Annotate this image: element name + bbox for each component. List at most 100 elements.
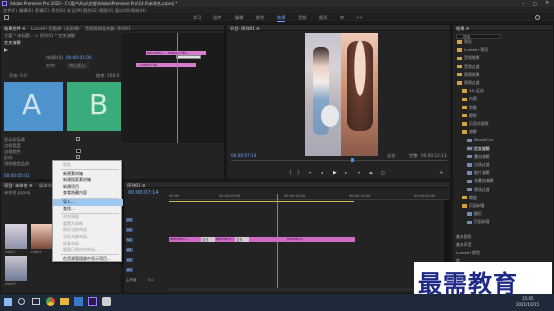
home-icon[interactable] [4, 15, 9, 20]
task-view-icon[interactable] [32, 298, 40, 305]
monitor-scrub-bar[interactable] [231, 160, 447, 161]
workspace-editing[interactable]: 编辑 [235, 15, 243, 21]
workspace-effects[interactable]: 效果 [277, 15, 286, 22]
step-back-icon[interactable]: ◂ [321, 170, 323, 175]
effects-folder[interactable]: 音频效果 [457, 55, 480, 60]
effects-item[interactable]: 叠加溶解 [467, 154, 490, 159]
track-v2[interactable]: V2 [126, 228, 133, 232]
timeline-clip-2[interactable]: pencarry.... [215, 237, 235, 242]
tab-effect-controls[interactable]: 效果控件 ≡ [4, 26, 26, 32]
effects-item[interactable]: 白场过渡 [467, 162, 490, 167]
timeline-scrollbar[interactable] [169, 288, 449, 291]
effects-item[interactable]: 页面剥落 [467, 219, 490, 224]
menu-item-reveal-in-explorer[interactable]: 在资源管理器中显示项目... [53, 256, 123, 263]
effects-folder[interactable]: 溶解 [462, 129, 477, 134]
bottom-essential-graphics[interactable]: 基本图形 [456, 234, 472, 239]
clip-thumb-3[interactable] [5, 256, 27, 281]
timeline-clip-3[interactable]: pencarry... [249, 237, 355, 242]
effects-folder[interactable]: 音频过渡 [457, 64, 480, 69]
effects-folder[interactable]: 缩放 [462, 195, 477, 200]
track-v1[interactable]: V1 [126, 238, 133, 242]
effects-item[interactable]: 翻页 [467, 211, 482, 216]
workspace-assembly[interactable]: 组件 [213, 15, 221, 21]
mini-playhead[interactable] [177, 33, 178, 143]
effects-item[interactable]: 胶片溶解 [467, 170, 490, 175]
timeline-transition-2[interactable]: 交叉 [235, 237, 249, 242]
work-area-bar[interactable] [169, 201, 354, 202]
menu-item-import[interactable]: 导入... [53, 199, 123, 206]
effects-folder[interactable]: Lumetri 预设 [457, 47, 488, 52]
menu-item-find[interactable]: 查找... [53, 206, 123, 213]
quality-dropdown[interactable]: 完整 [409, 153, 417, 159]
play-icon[interactable]: ▶ [333, 170, 337, 176]
master-track-value[interactable]: 0.0 [148, 278, 154, 282]
effects-folder[interactable]: 沉浸式视频 [462, 121, 488, 126]
workspace-overflow[interactable]: >> [356, 15, 363, 20]
clock-date[interactable]: 2021/10/15 [516, 302, 539, 307]
track-v3[interactable]: V3 [126, 218, 133, 222]
mark-in-icon[interactable]: { [289, 170, 292, 175]
program-timecode-left[interactable]: 00:00:07:14 [231, 153, 257, 158]
close-button[interactable]: × [545, 0, 549, 6]
timeline-timecode[interactable]: 00:00:07:14 [128, 190, 159, 196]
track-a3[interactable]: A3 [126, 268, 133, 272]
menu-item-view-hidden[interactable]: 查看隐藏内容 [53, 190, 123, 197]
step-forward-icon[interactable]: ▸ [345, 170, 347, 175]
tab-sequence[interactable]: 序列01 ≡ [127, 183, 146, 189]
tab-audio-clip-mixer[interactable]: 音频剪辑混合器: 序列01 [85, 26, 131, 32]
timeline-clip-1[interactable]: pencarry..... [169, 237, 201, 242]
timeline-ruler[interactable]: 00:00 00:00:05:00 00:00:10:00 00:00:15:0… [169, 194, 449, 200]
reverse-checkbox[interactable] [76, 155, 80, 159]
mini-transition[interactable] [176, 55, 201, 59]
premiere-taskbar-icon[interactable] [88, 297, 97, 306]
taskbar-search-icon[interactable] [18, 298, 25, 305]
alignment-dropdown[interactable]: 中心切入 [66, 63, 89, 69]
tab-effects[interactable]: 效果 ≡ [456, 26, 469, 32]
tab-program[interactable]: 节目: 序列01 ≡ [230, 26, 260, 32]
effects-folder[interactable]: 内滑 [462, 96, 477, 101]
border-color-swatch[interactable] [76, 149, 81, 153]
monitor-playhead-marker[interactable] [351, 158, 354, 162]
clip-thumb-1[interactable] [5, 224, 27, 249]
chrome-icon[interactable] [46, 297, 55, 306]
mini-clip-b[interactable]: ...mirta.clip [136, 63, 196, 67]
search-icon[interactable] [535, 15, 540, 20]
bottom-essential-sound[interactable]: 基本声音 [456, 242, 472, 247]
workspace-audio[interactable]: 音频 [298, 15, 306, 21]
track-a1[interactable]: A1 [126, 248, 133, 252]
duration-value[interactable]: 00:00:01:00 [66, 55, 92, 60]
effects-folder[interactable]: 视频过渡 [457, 80, 480, 85]
clip-thumb-2[interactable] [31, 224, 53, 249]
app-icon-2[interactable] [102, 297, 111, 306]
tab-lumetri-scopes[interactable]: Lumetri 范围 [31, 26, 57, 32]
app-icon-1[interactable] [74, 297, 83, 306]
effects-folder[interactable]: 3D 运动 [462, 88, 484, 93]
clock-time[interactable]: 15:05 [522, 296, 534, 301]
fit-dropdown[interactable]: 适合 [387, 153, 395, 159]
effects-item[interactable]: 黑场过渡 [467, 187, 490, 192]
workspace-graphics[interactable]: 图形 [319, 15, 327, 21]
effects-folder[interactable]: 视频效果 [457, 72, 480, 77]
workspace-learn[interactable]: 学习 [193, 15, 201, 21]
effects-item[interactable]: 交叉溶解 [467, 145, 490, 151]
go-to-in-icon[interactable]: ⇤ [309, 170, 312, 175]
settings-icon[interactable]: + [439, 170, 443, 176]
effects-item[interactable]: MorphCut [467, 137, 493, 142]
go-to-out-icon[interactable]: ⇥ [357, 170, 360, 175]
workspace-color[interactable]: 颜色 [256, 15, 264, 21]
track-a2[interactable]: A2 [126, 258, 133, 262]
mark-out-icon[interactable]: } [297, 170, 300, 175]
folder-icon[interactable] [60, 298, 69, 305]
tab-source[interactable]: 源: (无剪辑) [57, 26, 80, 32]
menu-item-new-search-bin[interactable]: 新建搜索素材箱 [53, 177, 123, 184]
play-transition-icon[interactable] [4, 48, 8, 52]
lift-icon[interactable]: ⏏ [369, 170, 373, 175]
show-sources-checkbox[interactable] [76, 137, 80, 141]
effects-folder[interactable]: 页面剥落 [462, 203, 485, 208]
timeline-transition-1[interactable]: 交叉 [201, 237, 215, 242]
effects-folder[interactable]: 划像 [462, 105, 477, 110]
workspace-libraries[interactable]: 库 [340, 15, 344, 21]
effects-folder[interactable]: 擦除 [462, 113, 477, 118]
maximize-button[interactable]: □ [533, 1, 537, 6]
windows-start-icon[interactable] [4, 298, 12, 306]
